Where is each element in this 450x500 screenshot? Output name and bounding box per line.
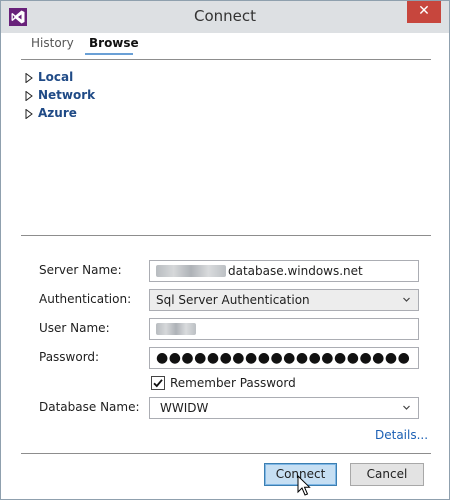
tab-browse[interactable]: Browse [89,36,139,50]
tab-history[interactable]: History [31,36,74,50]
window-title: Connect [193,7,257,25]
tree-divider [21,235,431,236]
expand-arrow-icon [25,91,33,101]
database-name-select[interactable]: WWIDW [149,397,419,419]
checkmark-icon [153,379,163,388]
database-name-label: Database Name: [39,400,140,414]
connect-dialog: Connect ✕ History Browse Local Network A… [0,0,450,500]
password-input[interactable]: ●●●●●●●●●●●●●●●●●●●● [149,347,419,369]
password-label: Password: [39,350,100,364]
mouse-cursor-icon [297,475,311,496]
remember-password-label: Remember Password [170,376,296,390]
user-name-input[interactable] [149,318,419,340]
expand-arrow-icon [25,73,33,83]
tree-item-label: Local [38,70,74,84]
redacted-text [156,265,226,277]
title-bar: Connect ✕ [1,1,449,33]
tabs-divider [21,59,431,60]
chevron-down-icon [403,297,410,302]
close-icon: ✕ [418,3,430,19]
authentication-value: Sql Server Authentication [156,293,310,307]
database-name-value: WWIDW [160,401,209,415]
server-name-input[interactable]: database.windows.net [149,260,419,282]
redacted-text [156,323,196,335]
details-link[interactable]: Details... [375,428,428,442]
buttons-divider [21,453,431,454]
server-name-value: database.windows.net [228,264,363,278]
expand-arrow-icon [25,109,33,119]
server-name-label: Server Name: [39,263,122,277]
tab-selected-indicator [85,53,133,55]
authentication-select[interactable]: Sql Server Authentication [149,289,419,311]
cancel-button[interactable]: Cancel [350,463,424,486]
tree-item-label: Network [38,88,96,102]
user-name-label: User Name: [39,321,110,335]
password-masked-value: ●●●●●●●●●●●●●●●●●●●● [156,350,411,366]
tree-item-label: Azure [38,106,77,120]
chevron-down-icon [403,405,410,410]
close-button[interactable]: ✕ [407,1,441,23]
authentication-label: Authentication: [39,292,132,306]
remember-password-checkbox[interactable] [151,376,165,390]
